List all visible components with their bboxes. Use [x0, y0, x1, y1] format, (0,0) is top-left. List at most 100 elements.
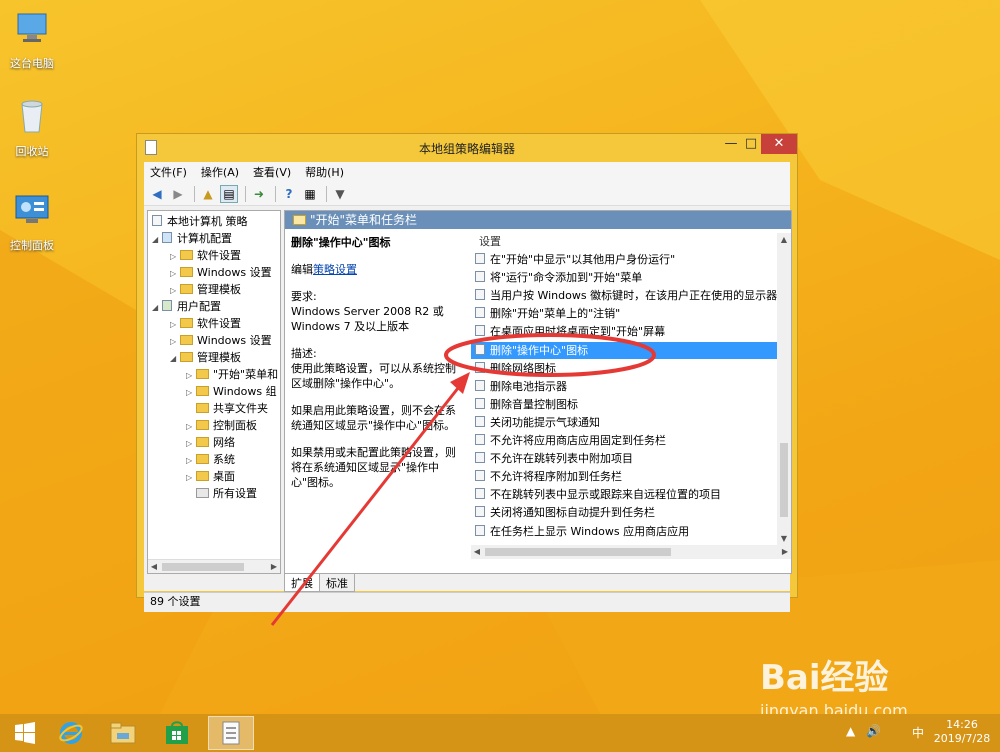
collapsed-arrow-icon[interactable]: ▷ [186, 367, 196, 384]
requirements: 要求: Windows Server 2008 R2 或 Windows 7 及以… [291, 289, 463, 334]
taskbar-store[interactable] [154, 716, 200, 750]
settings-list-row[interactable]: 不允许将应用商店应用固定到任务栏 [471, 432, 781, 449]
settings-list-row[interactable]: 在任务栏上显示 Windows 应用商店应用 [471, 523, 781, 540]
scroll-up-icon[interactable]: ▲ [777, 235, 791, 244]
start-button[interactable] [2, 716, 48, 750]
settings-vertical-scrollbar[interactable]: ▲ ▼ [777, 233, 791, 545]
settings-list-row[interactable]: 不在跳转列表中显示或跟踪来自远程位置的项目 [471, 486, 781, 503]
settings-row-label: 关闭将通知图标自动提升到任务栏 [490, 506, 655, 520]
scroll-thumb[interactable] [485, 548, 671, 556]
tree-pane: 本地计算机 策略 ◢ 计算机配置 ▷ 软件设置 ▷ Windows 设置 ▷ 管理模板 … [147, 210, 281, 574]
settings-list: 设置 在"开始"中显示"以其他用户身份运行" 将"运行"命令添加到"开始"菜单 当用… [471, 233, 791, 561]
taskbar-explorer[interactable] [100, 716, 146, 750]
settings-list-row[interactable]: 当用户按 Windows 徽标键时，在该用户正在使用的显示器... [471, 287, 781, 304]
settings-list-row[interactable]: 将"运行"命令添加到"开始"菜单 [471, 269, 781, 286]
settings-list-row[interactable]: 删除"开始"菜单上的"注销" [471, 305, 781, 322]
tree-horizontal-scrollbar[interactable]: ◀ ▶ [148, 559, 280, 573]
close-button[interactable]: ✕ [761, 134, 797, 154]
settings-list-row[interactable]: 不允许在跳转列表中附加项目 [471, 450, 781, 467]
tree-item-control-panel[interactable]: ▷ 控制面板 [186, 417, 257, 434]
tree-item-start-menu-taskbar[interactable]: ▷ "开始"菜单和 [186, 366, 278, 383]
properties-icon[interactable]: ▦ [301, 185, 319, 203]
tree-item-user-software-settings[interactable]: ▷ 软件设置 [170, 315, 241, 332]
edit-policy-link[interactable]: 策略设置 [313, 263, 357, 276]
up-folder-icon[interactable]: ▲ [199, 185, 217, 203]
settings-list-row[interactable]: 在桌面应用时将桌面定到"开始"屏幕 [471, 323, 781, 340]
collapsed-arrow-icon[interactable]: ▷ [186, 469, 196, 486]
collapsed-arrow-icon[interactable]: ▷ [186, 384, 196, 401]
tree-item-user-config[interactable]: ◢ 用户配置 [152, 298, 221, 315]
settings-list-row[interactable]: 删除网络图标 [471, 360, 781, 377]
collapsed-arrow-icon[interactable]: ▷ [186, 418, 196, 435]
menu-view[interactable]: 查看(V) [253, 164, 291, 180]
system-clock[interactable]: 14:26 2019/7/28 [930, 718, 994, 746]
scroll-thumb[interactable] [162, 563, 244, 571]
taskbar-gpedit[interactable] [208, 716, 254, 750]
settings-list-row[interactable]: 删除"操作中心"图标 [471, 341, 787, 359]
forward-icon[interactable]: ▶ [169, 185, 187, 203]
settings-list-row[interactable]: 关闭将通知图标自动提升到任务栏 [471, 504, 781, 521]
collapsed-arrow-icon[interactable]: ▷ [170, 265, 180, 282]
menu-action[interactable]: 操作(A) [201, 164, 239, 180]
input-method-indicator[interactable]: 中 [912, 724, 924, 741]
desktop-icon-control-panel[interactable]: 控制面板 [0, 190, 64, 253]
tree-item-system[interactable]: ▷ 系统 [186, 451, 235, 468]
collapsed-arrow-icon[interactable]: ▷ [170, 248, 180, 265]
collapsed-arrow-icon[interactable]: ▷ [170, 282, 180, 299]
tree-item-desktop[interactable]: ▷ 桌面 [186, 468, 235, 485]
export-icon[interactable]: ➜ [250, 185, 268, 203]
tree-item-user-windows-settings[interactable]: ▷ Windows 设置 [170, 332, 272, 349]
scroll-down-icon[interactable]: ▼ [777, 534, 791, 543]
desktop-icon-recycle-bin[interactable]: 回收站 [0, 96, 64, 159]
scroll-left-icon[interactable]: ◀ [471, 545, 483, 559]
menu-help[interactable]: 帮助(H) [305, 164, 344, 180]
tray-overflow-icon[interactable]: ▲ [846, 724, 855, 738]
desktop-icon-computer[interactable]: 这台电脑 [0, 8, 64, 71]
collapsed-arrow-icon[interactable]: ▷ [170, 333, 180, 350]
clock-date: 2019/7/28 [933, 732, 991, 745]
scroll-thumb[interactable] [780, 443, 788, 517]
collapsed-arrow-icon[interactable]: ▷ [170, 316, 180, 333]
tree-item-user-admin-templates[interactable]: ◢ 管理模板 [170, 349, 241, 366]
tree-item-network[interactable]: ▷ 网络 [186, 434, 235, 451]
expanded-arrow-icon[interactable]: ◢ [170, 350, 180, 367]
collapsed-arrow-icon[interactable]: ▷ [186, 435, 196, 452]
collapsed-arrow-icon[interactable]: ▷ [186, 452, 196, 469]
back-icon[interactable]: ◀ [148, 185, 166, 203]
settings-row-label: 在桌面应用时将桌面定到"开始"屏幕 [490, 325, 666, 339]
expanded-arrow-icon[interactable]: ◢ [152, 231, 162, 248]
policy-setting-icon [475, 470, 485, 482]
settings-list-row[interactable]: 不允许将程序附加到任务栏 [471, 468, 781, 485]
menu-file[interactable]: 文件(F) [150, 164, 187, 180]
scroll-right-icon[interactable]: ▶ [779, 545, 791, 559]
help-icon[interactable]: ? [280, 185, 298, 203]
tree-item-all-settings[interactable]: 所有设置 [186, 485, 257, 502]
tree-item-local-policy[interactable]: 本地计算机 策略 [152, 213, 248, 230]
tree-item-shared-folders[interactable]: 共享文件夹 [186, 400, 268, 417]
gpedit-window: 本地组策略编辑器 — □ ✕ 文件(F) 操作(A) 查看(V) 帮助(H) ◀… [136, 133, 798, 612]
settings-horizontal-scrollbar[interactable]: ◀ ▶ [471, 545, 791, 559]
volume-icon[interactable]: 🔊 [866, 724, 881, 738]
computer-config-icon [162, 232, 172, 243]
settings-list-row[interactable]: 在"开始"中显示"以其他用户身份运行" [471, 251, 781, 268]
settings-column-header[interactable]: 设置 [471, 233, 501, 251]
expanded-arrow-icon[interactable]: ◢ [152, 299, 162, 316]
details-header-title: "开始"菜单和任务栏 [310, 213, 418, 227]
tree-item-windows-components[interactable]: ▷ Windows 组 [186, 383, 277, 400]
title-bar[interactable]: 本地组策略编辑器 — □ ✕ [137, 134, 797, 162]
tab-standard[interactable]: 标准 [319, 574, 355, 592]
settings-list-row[interactable]: 删除电池指示器 [471, 378, 781, 395]
tree-item-admin-templates[interactable]: ▷ 管理模板 [170, 281, 241, 298]
scroll-left-icon[interactable]: ◀ [148, 560, 160, 573]
show-tree-icon[interactable]: ▤ [220, 184, 238, 203]
tree-item-software-settings[interactable]: ▷ 软件设置 [170, 247, 241, 264]
tab-extended[interactable]: 扩展 [284, 574, 320, 592]
filter-icon[interactable]: ▼ [331, 185, 349, 203]
taskbar-ie[interactable] [48, 716, 94, 750]
clock-time: 14:26 [946, 718, 978, 731]
settings-list-row[interactable]: 关闭功能提示气球通知 [471, 414, 781, 431]
scroll-right-icon[interactable]: ▶ [268, 560, 280, 573]
tree-item-windows-settings[interactable]: ▷ Windows 设置 [170, 264, 272, 281]
settings-list-row[interactable]: 删除音量控制图标 [471, 396, 781, 413]
tree-item-computer-config[interactable]: ◢ 计算机配置 [152, 230, 232, 247]
